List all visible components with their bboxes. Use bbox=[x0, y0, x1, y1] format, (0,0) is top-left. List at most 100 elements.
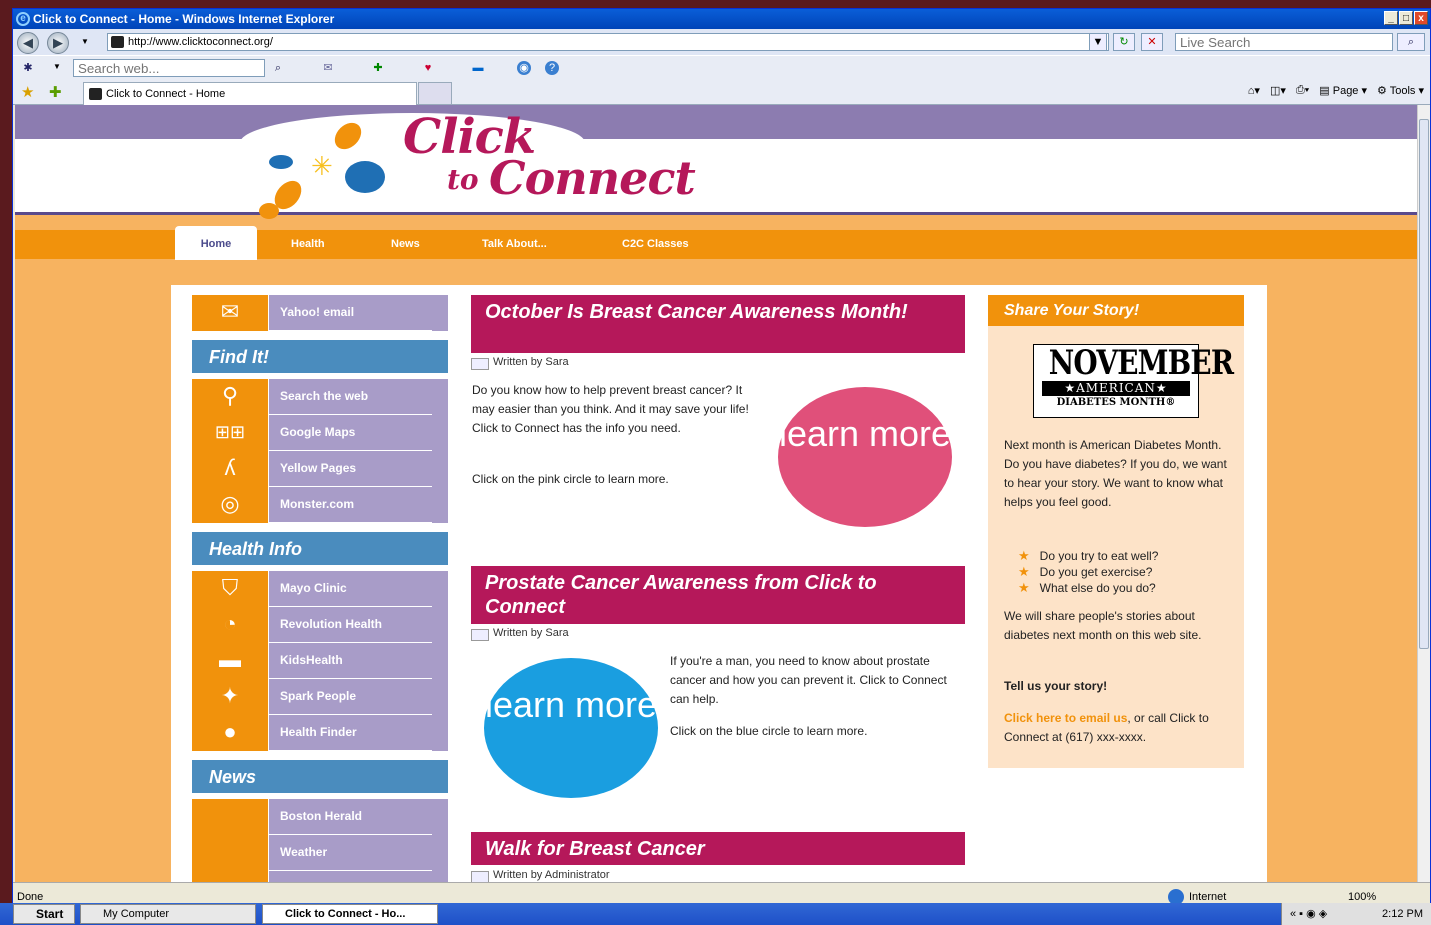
close-button[interactable]: x bbox=[1414, 11, 1428, 25]
new-tab-button[interactable] bbox=[418, 82, 452, 105]
article-title-walk[interactable]: Walk for Breast Cancer bbox=[471, 832, 965, 865]
article-title-prostate-cancer[interactable]: Prostate Cancer Awareness from Click to … bbox=[471, 566, 965, 624]
learn-more-blue-circle[interactable]: learn more bbox=[484, 658, 658, 798]
refresh-icon[interactable]: ↻ bbox=[1113, 33, 1135, 51]
sidebar-item-yahoo-email[interactable]: ✉ Yahoo! email bbox=[192, 295, 448, 331]
search-icon[interactable]: ⌕ bbox=[1397, 33, 1425, 51]
logo-blue-blob bbox=[345, 161, 385, 193]
heart-icon[interactable]: ♥ bbox=[421, 61, 435, 75]
add-favorite-icon[interactable]: ✚ bbox=[49, 83, 62, 101]
monster-logo-icon: ◎ bbox=[192, 487, 268, 523]
live-search-input[interactable] bbox=[1175, 33, 1393, 51]
sidebar-item-kidshealth[interactable]: ▬ KidsHealth bbox=[192, 643, 448, 679]
nav-talk-about[interactable]: Talk About... bbox=[482, 230, 547, 259]
zone-text: Internet bbox=[1189, 891, 1227, 903]
logo-small-blue-blob bbox=[269, 155, 293, 169]
home-icon[interactable]: ⌂▾ bbox=[1248, 84, 1260, 97]
learn-more-pink-circle[interactable]: learn more bbox=[778, 387, 952, 527]
map-grid-icon: ⊞⊞ bbox=[192, 415, 268, 451]
article-byline: Written by Administrator bbox=[471, 869, 610, 882]
task-label: Click to Connect - Ho... bbox=[285, 908, 406, 920]
back-button[interactable]: ◀ bbox=[17, 32, 39, 54]
sidebar-item-revolution-health[interactable]: ◔ Revolution Health bbox=[192, 607, 448, 643]
toolbar-logo-icon[interactable]: ✱ bbox=[21, 61, 35, 75]
header-band bbox=[15, 105, 1420, 139]
logo-spark-icon: ✳ bbox=[311, 151, 333, 181]
logo-november: NOVEMBER bbox=[1048, 343, 1234, 383]
address-bar[interactable]: http://www.clicktoconnect.org/ bbox=[107, 33, 1109, 51]
bookmark-icon[interactable]: ▬ bbox=[471, 61, 485, 75]
address-dropdown-icon[interactable]: ▼ bbox=[1089, 33, 1107, 51]
tools-menu-label: Tools bbox=[1389, 85, 1416, 97]
task-my-computer[interactable]: My Computer bbox=[80, 904, 256, 924]
tray-icons[interactable]: « ▪ ◉ ◈ bbox=[1290, 908, 1327, 920]
favorites-star-icon[interactable]: ★ bbox=[21, 83, 34, 101]
tools-menu[interactable]: ⚙ Tools ▾ bbox=[1377, 84, 1424, 97]
logo-to: to bbox=[447, 163, 479, 196]
web-search-input[interactable] bbox=[73, 59, 265, 77]
sidebar-item-spark-people[interactable]: ✦ Spark People bbox=[192, 679, 448, 715]
email-us-link[interactable]: Click here to email us bbox=[1004, 711, 1127, 725]
article-cta: Click on the blue circle to learn more. bbox=[670, 724, 868, 738]
sidebar-item-label: Weather bbox=[269, 835, 448, 871]
web-search-icon[interactable]: ⌕ bbox=[271, 61, 285, 75]
sidebar-item-mayo-clinic[interactable]: ⛉ Mayo Clinic bbox=[192, 571, 448, 607]
start-button[interactable]: Start bbox=[13, 904, 75, 924]
mail-icon[interactable]: ✉ bbox=[321, 61, 335, 75]
history-dropdown-icon[interactable]: ▼ bbox=[81, 37, 89, 46]
status-text: Done bbox=[17, 891, 44, 903]
tab-favicon bbox=[89, 88, 102, 100]
toolbar-globe-icon[interactable]: ◉ bbox=[517, 61, 531, 75]
system-tray: « ▪ ◉ ◈ 2:12 PM bbox=[1281, 903, 1431, 925]
tab-click-to-connect[interactable]: Click to Connect - Home bbox=[83, 82, 417, 105]
print-icon[interactable]: ⎙▾ bbox=[1296, 84, 1309, 97]
maximize-button[interactable]: □ bbox=[1399, 11, 1413, 25]
nav-c2c-classes[interactable]: C2C Classes bbox=[622, 230, 689, 259]
sidebar-item-health-finder[interactable]: ● Health Finder bbox=[192, 715, 448, 751]
find-it-heading: Find It! bbox=[192, 340, 448, 376]
sidebar-item-search-web[interactable]: ⚲ Search the web bbox=[192, 379, 448, 415]
title-bar: e Click to Connect - Home - Windows Inte… bbox=[13, 9, 1430, 29]
toolbar-menu-icon[interactable]: ▼ bbox=[53, 62, 61, 71]
sidebar-item-yellow-pages[interactable]: ʎ Yellow Pages bbox=[192, 451, 448, 487]
task-click-to-connect[interactable]: Click to Connect - Ho... bbox=[262, 904, 438, 924]
feeds-icon[interactable]: ◫▾ bbox=[1270, 84, 1286, 97]
stop-icon[interactable]: ✕ bbox=[1141, 33, 1163, 51]
address-url[interactable]: http://www.clicktoconnect.org/ bbox=[128, 36, 273, 48]
content-panel: ✉ Yahoo! email Find It! ⚲ Search the web… bbox=[171, 285, 1267, 882]
tab-row: ★ ✚ Click to Connect - Home ⌂▾ ◫▾ ⎙▾ ▤ P… bbox=[13, 79, 1430, 105]
sidebar-item-google-maps[interactable]: ⊞⊞ Google Maps bbox=[192, 415, 448, 451]
article-body: Do you know how to help prevent breast c… bbox=[472, 383, 749, 435]
sidebar-item-label: Search the web bbox=[269, 379, 448, 415]
nav-home[interactable]: Home bbox=[175, 226, 257, 260]
scrollbar-thumb[interactable] bbox=[1419, 119, 1429, 649]
sidebar-item-boston-herald[interactable]: Boston Herald bbox=[192, 799, 448, 835]
forward-button[interactable]: ▶ bbox=[47, 32, 69, 54]
logo-orange-blob-3 bbox=[259, 203, 279, 219]
envelope-icon: ✉ bbox=[192, 295, 268, 331]
nav-news[interactable]: News bbox=[391, 230, 420, 259]
zoom-level[interactable]: 100% bbox=[1348, 891, 1376, 903]
sidebar-item-monster[interactable]: ◎ Monster.com bbox=[192, 487, 448, 523]
sidebar-item-weather[interactable]: Weather bbox=[192, 835, 448, 871]
sidebar-item-usa-today[interactable]: USA Today bbox=[192, 871, 448, 882]
page-menu[interactable]: ▤ Page ▾ bbox=[1319, 84, 1367, 97]
nav-health[interactable]: Health bbox=[291, 230, 325, 259]
logo-diabetes-month: DIABETES MONTH® bbox=[1056, 397, 1176, 408]
logo-american: ★AMERICAN★ bbox=[1042, 381, 1190, 396]
search-toolbar: ✱ ▼ ⌕ ✉ ✚ ♥ ▬ ◉ ? bbox=[13, 55, 1430, 79]
article-byline: Written by Sara bbox=[471, 627, 569, 641]
minimize-button[interactable]: _ bbox=[1384, 11, 1398, 25]
tell-us-text: Tell us your story! bbox=[1004, 679, 1108, 693]
question-text: What else do you do? bbox=[1039, 581, 1156, 595]
vertical-scrollbar[interactable] bbox=[1417, 105, 1430, 882]
sidebar-item-label: USA Today bbox=[269, 871, 448, 882]
article-title-breast-cancer[interactable]: October Is Breast Cancer Awareness Month… bbox=[471, 295, 965, 353]
question-text: Do you try to eat well? bbox=[1039, 549, 1159, 563]
news-icon-cell bbox=[192, 799, 268, 835]
address-row: ◀ ▶ ▼ http://www.clicktoconnect.org/ ▼ ↻… bbox=[13, 29, 1430, 55]
help-icon[interactable]: ? bbox=[545, 61, 559, 75]
bandage-icon: ▬ bbox=[192, 643, 268, 679]
question-text: Do you get exercise? bbox=[1039, 565, 1153, 579]
add-icon[interactable]: ✚ bbox=[371, 61, 385, 75]
